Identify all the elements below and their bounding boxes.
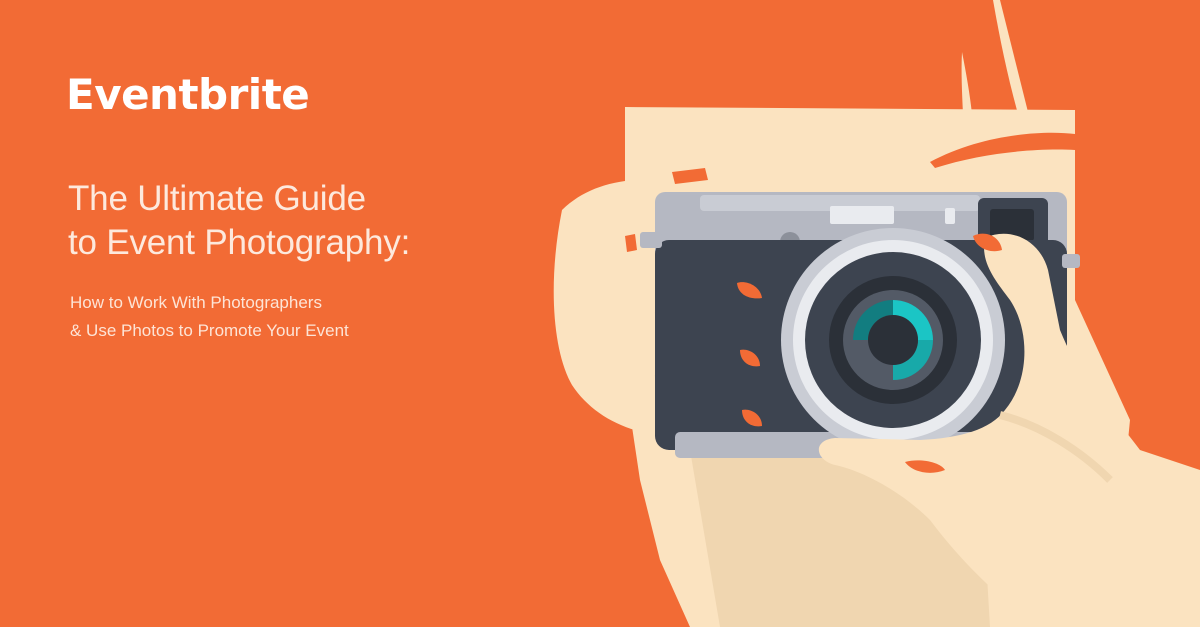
headline-line-2: to Event Photography: — [68, 223, 411, 262]
camera-strap-lug — [640, 232, 662, 248]
lens-center — [868, 315, 918, 365]
headline-line-1: The Ultimate Guide — [68, 179, 366, 218]
subheadline-line-2: & Use Photos to Promote Your Event — [70, 321, 349, 340]
subheadline: How to Work With Photographers & Use Pho… — [70, 289, 349, 345]
camera-hotshoe — [830, 206, 894, 224]
camera-strap-lug — [1062, 254, 1080, 268]
subheadline-line-1: How to Work With Photographers — [70, 293, 322, 312]
eventbrite-logo: Eventbrite — [66, 70, 310, 119]
nail — [625, 234, 637, 252]
hair-strand — [961, 52, 972, 114]
banner: Eventbrite The Ultimate Guide to Event P… — [0, 0, 1200, 627]
headline: The Ultimate Guide to Event Photography: — [68, 177, 410, 265]
camera-button — [945, 208, 955, 224]
hair-strand — [993, 0, 1028, 114]
